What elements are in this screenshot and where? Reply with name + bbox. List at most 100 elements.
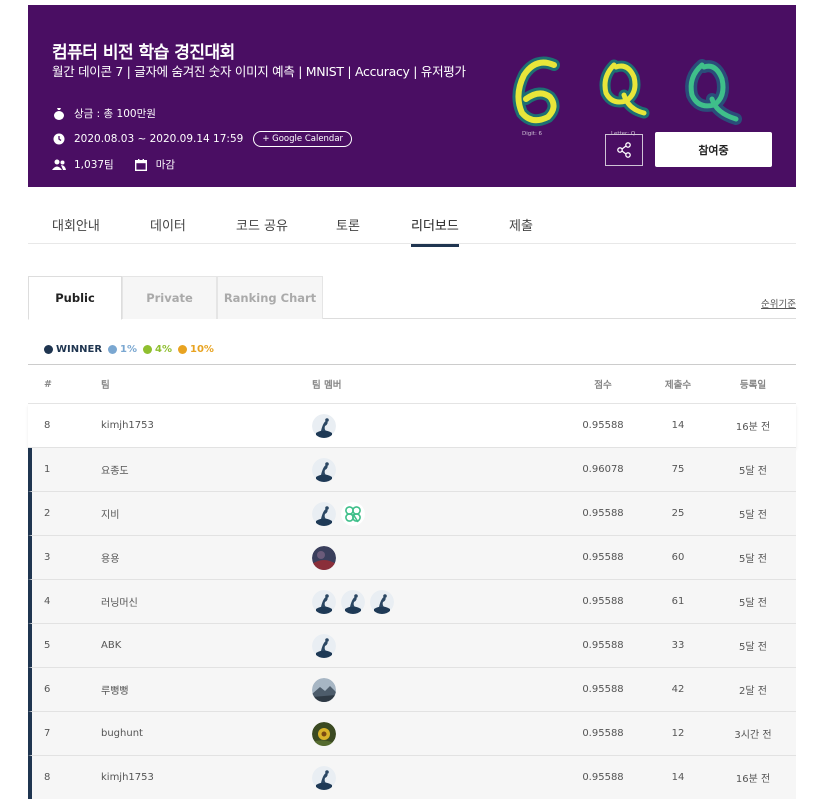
rank-cell: 6	[44, 684, 51, 695]
clock-icon	[52, 132, 66, 146]
teams-info: 1,037팀 마감	[52, 157, 175, 172]
rank-cell: 4	[44, 596, 51, 607]
legend-winner: WINNER	[44, 344, 102, 355]
score-cell: 0.95588	[582, 552, 624, 563]
count-cell: 14	[671, 772, 685, 783]
tab-data[interactable]: 데이터	[150, 215, 186, 244]
member-avatars	[312, 448, 341, 491]
tab-code-share[interactable]: 코드 공유	[236, 215, 288, 244]
rank-cell: 8	[44, 772, 51, 783]
date-text: 2020.08.03 ~ 2020.09.14 17:59	[74, 133, 244, 145]
team-name[interactable]: bughunt	[101, 712, 143, 755]
member-avatars	[312, 756, 341, 799]
google-calendar-button[interactable]: + Google Calendar	[253, 131, 353, 147]
count-cell: 75	[671, 464, 685, 475]
avatar[interactable]	[312, 721, 336, 746]
tab-public[interactable]: Public	[28, 276, 122, 320]
letter-q-noisy-image	[685, 59, 742, 125]
table-row[interactable]: 8 kimjh1753 0.95588 14 16분 전	[28, 756, 796, 799]
tab-overview[interactable]: 대회안내	[52, 215, 100, 244]
member-avatars	[312, 712, 341, 755]
count-cell: 25	[671, 508, 685, 519]
status-text: 마감	[155, 159, 176, 171]
table-row[interactable]: 2 지비 0.95588 25 5달 전	[28, 492, 796, 536]
rank-cell: 7	[44, 728, 51, 739]
team-name[interactable]: ABK	[101, 624, 121, 667]
users-icon	[52, 158, 66, 172]
avatar[interactable]	[312, 501, 336, 526]
score-cell: 0.95588	[582, 420, 624, 431]
avatar[interactable]	[312, 545, 336, 570]
team-name[interactable]: kimjh1753	[101, 404, 154, 447]
digit-caption: Digit: 6	[522, 131, 543, 137]
member-avatars	[312, 580, 399, 623]
letter-q-image	[599, 59, 650, 119]
tab-discussion[interactable]: 토론	[336, 215, 360, 244]
rank-criteria-link[interactable]: 순위기준	[761, 296, 796, 310]
competition-nav: 대회안내 데이터 코드 공유 토론 리더보드 제출	[28, 205, 796, 247]
orange-dot-icon	[178, 345, 187, 354]
legend-4pct: 4%	[143, 344, 172, 355]
count-cell: 33	[671, 640, 685, 651]
member-avatars	[312, 668, 341, 711]
date-cell: 5달 전	[739, 598, 767, 609]
header-rank: #	[44, 378, 52, 390]
leaderboard-table: # 팀 팀 멤버 점수 제출수 등록일 8 kimjh1753 0.95588 …	[28, 364, 796, 799]
money-bag-icon	[52, 107, 66, 121]
legend-10pct: 10%	[178, 344, 214, 355]
score-cell: 0.95588	[582, 640, 624, 651]
avatar[interactable]	[312, 457, 336, 482]
avatar[interactable]	[370, 589, 394, 614]
table-row[interactable]: 4 러닝머신 0.95588 61 5달 전	[28, 580, 796, 624]
share-button[interactable]	[605, 134, 643, 166]
my-team-row[interactable]: 8 kimjh1753 0.95588 14 16분 전	[28, 404, 796, 448]
team-name[interactable]: 용용	[101, 536, 119, 579]
legend-1pct: 1%	[108, 344, 137, 355]
team-name[interactable]: 루뻥뻥	[101, 668, 129, 711]
header-count: 제출수	[664, 380, 692, 391]
rank-cell: 2	[44, 508, 51, 519]
header-date: 등록일	[739, 380, 767, 391]
date-cell: 5달 전	[739, 554, 767, 565]
tab-private[interactable]: Private	[122, 276, 217, 319]
count-cell: 14	[671, 420, 685, 431]
avatar[interactable]	[312, 677, 336, 702]
avatar[interactable]	[312, 765, 336, 790]
score-cell: 0.95588	[582, 684, 624, 695]
team-name[interactable]: 요종도	[101, 448, 129, 491]
clover-avatar-icon[interactable]	[341, 501, 365, 526]
score-cell: 0.96078	[582, 464, 624, 475]
table-row[interactable]: 3 용용 0.95588 60 5달 전	[28, 536, 796, 580]
member-avatars	[312, 492, 370, 535]
date-cell: 5달 전	[739, 642, 767, 653]
team-name[interactable]: kimjh1753	[101, 756, 154, 799]
team-name[interactable]: 러닝머신	[101, 580, 138, 623]
rank-cell: 5	[44, 640, 51, 651]
avatar[interactable]	[312, 413, 336, 438]
header-score: 점수	[594, 380, 612, 391]
winner-dot-icon	[44, 345, 53, 354]
table-row[interactable]: 6 루뻥뻥 0.95588 42 2달 전	[28, 668, 796, 712]
score-cell: 0.95588	[582, 596, 624, 607]
date-cell: 3시간 전	[734, 730, 772, 741]
tab-submit[interactable]: 제출	[509, 215, 533, 244]
table-row[interactable]: 5 ABK 0.95588 33 5달 전	[28, 624, 796, 668]
calendar-icon	[134, 158, 148, 172]
avatar[interactable]	[312, 633, 336, 658]
date-cell: 16분 전	[735, 422, 771, 433]
score-cell: 0.95588	[582, 772, 624, 783]
team-name[interactable]: 지비	[101, 492, 119, 535]
table-row[interactable]: 1 요종도 0.96078 75 5달 전	[28, 448, 796, 492]
date-info: 2020.08.03 ~ 2020.09.14 17:59 + Google C…	[52, 131, 353, 147]
avatar[interactable]	[312, 589, 336, 614]
count-cell: 61	[671, 596, 685, 607]
count-cell: 12	[671, 728, 685, 739]
member-avatars	[312, 624, 341, 667]
avatar[interactable]	[341, 589, 365, 614]
date-cell: 5달 전	[739, 466, 767, 477]
table-row[interactable]: 7 bughunt 0.95588 12 3시간 전	[28, 712, 796, 756]
tab-leaderboard[interactable]: 리더보드	[411, 215, 459, 247]
join-button[interactable]: 참여중	[655, 132, 772, 167]
count-cell: 60	[671, 552, 685, 563]
tab-ranking-chart[interactable]: Ranking Chart	[217, 276, 323, 319]
